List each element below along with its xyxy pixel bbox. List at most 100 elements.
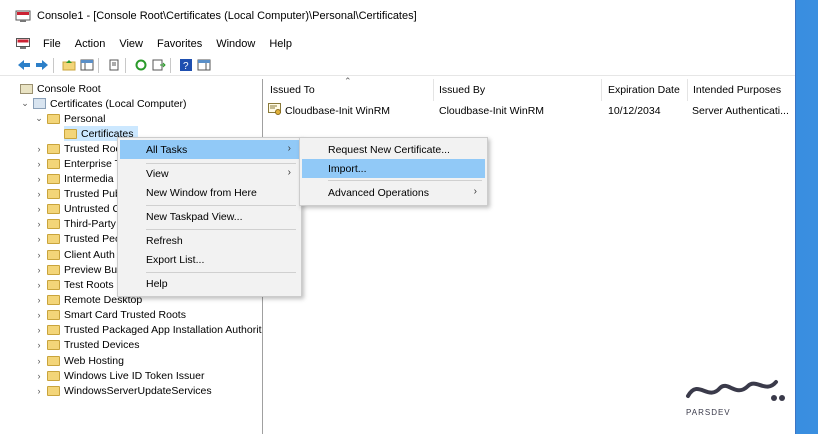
menu-item-new-window[interactable]: New Window from Here xyxy=(120,183,299,202)
chevron-right-icon[interactable]: › xyxy=(34,234,44,244)
tree-node-store[interactable]: › Trusted Roo xyxy=(34,141,122,156)
tree-node-store[interactable]: › Windows Live ID Token Issuer xyxy=(34,368,205,383)
tree-node-store[interactable]: › Enterprise T xyxy=(34,156,122,171)
up-one-level-icon[interactable] xyxy=(61,58,76,73)
chevron-right-icon[interactable]: › xyxy=(34,159,44,169)
menu-item-help[interactable]: Help xyxy=(120,274,299,293)
forward-arrow-icon[interactable] xyxy=(34,58,49,73)
chevron-down-icon[interactable]: ⌄ xyxy=(20,98,30,109)
tree-node-store[interactable]: › Intermedia xyxy=(34,171,114,186)
tree-node-certificates-local[interactable]: ⌄ Certificates (Local Computer) xyxy=(20,96,186,111)
title-bar: Console1 - [Console Root\Certificates (L… xyxy=(0,0,795,32)
chevron-right-icon[interactable]: › xyxy=(34,280,44,290)
tree-node-store[interactable]: › Trusted Peo xyxy=(34,232,121,247)
menu-item-all-tasks[interactable]: All Tasks › xyxy=(120,140,299,159)
menu-item-label: View xyxy=(146,167,169,180)
menu-separator xyxy=(146,229,296,230)
menu-file[interactable]: File xyxy=(36,38,68,50)
mmc-menu-icon[interactable] xyxy=(16,38,30,50)
certificate-icon xyxy=(268,103,282,119)
all-tasks-submenu: Request New Certificate... Import... Adv… xyxy=(299,137,488,206)
console-root-icon xyxy=(20,83,33,94)
export-list-icon[interactable] xyxy=(151,58,166,73)
chevron-right-icon[interactable]: › xyxy=(34,356,44,366)
show-action-pane-icon[interactable] xyxy=(196,58,211,73)
chevron-right-icon[interactable]: › xyxy=(34,219,44,229)
tree-node-console-root[interactable]: Console Root xyxy=(20,81,101,96)
refresh-icon[interactable] xyxy=(133,58,148,73)
menu-action[interactable]: Action xyxy=(68,38,113,50)
folder-icon xyxy=(47,295,60,305)
column-header-issued-by[interactable]: Issued By xyxy=(433,79,602,101)
folder-icon xyxy=(47,325,60,336)
tree-node-store[interactable]: › Web Hosting xyxy=(34,353,124,368)
folder-icon xyxy=(47,249,60,260)
folder-icon xyxy=(47,355,60,366)
submenu-item-request-new-certificate[interactable]: Request New Certificate... xyxy=(302,140,485,159)
menu-item-view[interactable]: View › xyxy=(120,164,299,183)
chevron-right-icon[interactable]: › xyxy=(34,250,44,260)
submenu-item-advanced-operations[interactable]: Advanced Operations › xyxy=(302,183,485,202)
folder-icon xyxy=(47,219,60,230)
tree-node-store[interactable]: › Trusted Packaged App Installation Autho… xyxy=(34,323,262,338)
chevron-right-icon[interactable]: › xyxy=(34,174,44,184)
menu-item-refresh[interactable]: Refresh xyxy=(120,231,299,250)
context-menu: All Tasks › View › New Window from Here … xyxy=(117,137,302,297)
properties-icon[interactable] xyxy=(106,58,121,73)
tree-node-store[interactable]: › Third-Party xyxy=(34,217,116,232)
chevron-right-icon: › xyxy=(287,143,291,154)
menu-item-new-taskpad[interactable]: New Taskpad View... xyxy=(120,207,299,226)
tree-node-store[interactable]: › Client Auth xyxy=(34,247,115,262)
folder-icon xyxy=(47,234,60,245)
chevron-right-icon[interactable]: › xyxy=(34,144,44,154)
tree-node-store[interactable]: › Untrusted C xyxy=(34,202,121,217)
folder-icon xyxy=(47,264,60,275)
show-hide-tree-icon[interactable] xyxy=(79,58,94,73)
tree-node-store[interactable]: › Test Roots xyxy=(34,277,114,292)
menu-item-label: Import... xyxy=(328,162,367,175)
certificate-store-icon xyxy=(33,98,46,109)
chevron-right-icon[interactable]: › xyxy=(34,265,44,275)
menu-window[interactable]: Window xyxy=(209,38,262,50)
tree-label: Trusted Packaged App Installation Author… xyxy=(64,324,262,337)
folder-icon xyxy=(47,173,60,184)
tree-node-store[interactable]: › WindowsServerUpdateServices xyxy=(34,383,212,398)
chevron-down-icon[interactable]: ⌄ xyxy=(34,113,44,124)
menu-item-export-list[interactable]: Export List... xyxy=(120,250,299,269)
column-header-purposes[interactable]: Intended Purposes xyxy=(687,79,795,101)
back-arrow-icon[interactable] xyxy=(16,58,31,73)
folder-icon xyxy=(47,370,60,381)
submenu-item-import[interactable]: Import... xyxy=(302,159,485,178)
chevron-right-icon[interactable]: › xyxy=(34,310,44,320)
menu-favorites[interactable]: Favorites xyxy=(150,38,209,50)
tree-node-store[interactable]: › Smart Card Trusted Roots xyxy=(34,308,186,323)
toolbar-separator xyxy=(125,57,126,73)
tree-node-personal[interactable]: ⌄ Personal xyxy=(34,111,105,126)
toolbar-separator xyxy=(53,57,54,73)
chevron-right-icon[interactable]: › xyxy=(34,371,44,381)
menu-separator xyxy=(146,205,296,206)
column-header-expiration[interactable]: Expiration Date xyxy=(602,79,688,101)
toolbar-separator xyxy=(170,57,171,73)
chevron-right-icon[interactable]: › xyxy=(34,340,44,350)
tree-node-store[interactable]: › Preview Bu xyxy=(34,262,118,277)
watermark-text: PARSDEV xyxy=(686,408,731,417)
column-header-issued-to[interactable]: Issued To ⌃ xyxy=(264,76,434,101)
chevron-right-icon[interactable]: › xyxy=(34,386,44,396)
chevron-right-icon[interactable]: › xyxy=(34,295,44,305)
folder-icon xyxy=(47,385,60,396)
parsdev-watermark: PARSDEV xyxy=(678,368,788,418)
chevron-right-icon[interactable]: › xyxy=(34,204,44,214)
tree-label: Trusted Roo xyxy=(64,142,122,155)
menu-view[interactable]: View xyxy=(112,38,150,50)
cell-expiration: 10/12/2034 xyxy=(608,105,661,117)
table-row[interactable]: Cloudbase-Init WinRM xyxy=(268,103,390,119)
tree-label: Console Root xyxy=(37,82,101,95)
chevron-right-icon[interactable]: › xyxy=(34,189,44,199)
toolbar: ? xyxy=(0,55,795,76)
tree-node-store[interactable]: › Trusted Devices xyxy=(34,338,140,353)
tree-node-store[interactable]: › Trusted Pub xyxy=(34,186,121,201)
help-icon[interactable]: ? xyxy=(178,58,193,73)
chevron-right-icon[interactable]: › xyxy=(34,325,44,335)
menu-help[interactable]: Help xyxy=(262,38,299,50)
